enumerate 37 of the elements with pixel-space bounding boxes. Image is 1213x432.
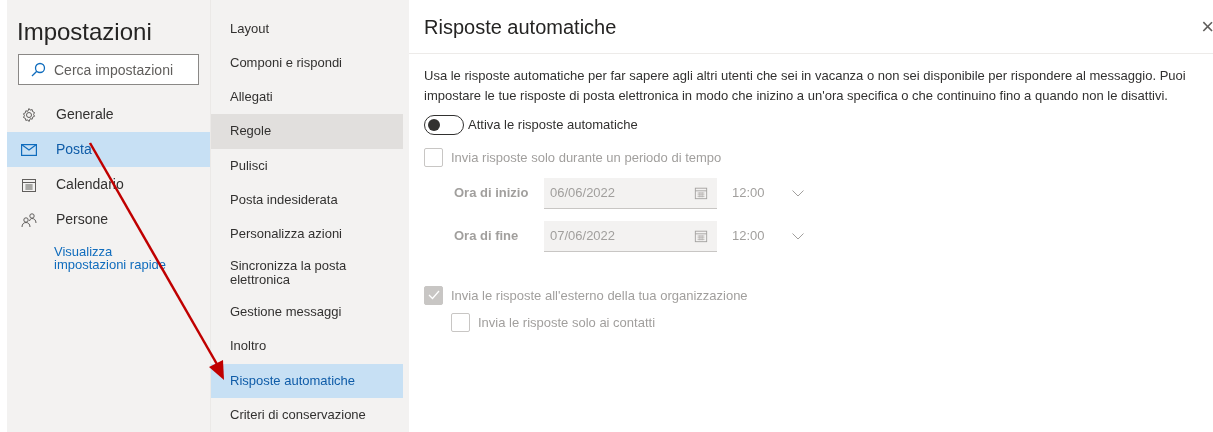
check-icon	[427, 290, 440, 301]
checkbox-label: Invia risposte solo durante un periodo di tempo	[451, 149, 722, 167]
close-button[interactable]: ×	[1201, 15, 1213, 38]
nav-item[interactable]: Persone	[7, 202, 210, 237]
checkbox-label: Invia le risposte solo ai contatti	[478, 314, 656, 332]
search-field[interactable]: Cerca impostazioni	[18, 54, 199, 85]
description-text: Usa le risposte automatiche per far sapere agli altri utenti che sei in vacanza o non sei disponibile per rispondere al messaggio. Puoi impostare le tue risposte di posta elettronica in modo che inizino a un'ora specifica o che continuino fino a quando non le disattivi.	[424, 67, 1187, 105]
toggle-label: Attiva le risposte automatiche	[468, 116, 638, 135]
submenu-item[interactable]: Sincronizza la posta elettronica	[211, 251, 403, 296]
checkbox-label: Invia le risposte all'esterno della tua organizzazione	[451, 286, 748, 305]
submenu-item[interactable]: Personalizza azioni	[211, 216, 403, 252]
submenu-item[interactable]: Componi e rispondi	[211, 45, 403, 81]
gear-icon	[21, 106, 37, 123]
toggle-switch[interactable]	[424, 115, 464, 135]
mail-icon	[21, 143, 37, 156]
calendar-icon	[21, 176, 37, 193]
submenu-item[interactable]: Regole	[211, 114, 403, 149]
submenu-item[interactable]: Gestione messaggi	[211, 295, 403, 330]
nav-item[interactable]: Generale	[7, 97, 210, 132]
chevron-down-icon	[792, 232, 804, 240]
search-icon	[31, 62, 46, 77]
calendar-icon	[694, 228, 708, 243]
field-label: Ora di fine	[454, 227, 520, 246]
field-label: Ora di inizio	[454, 184, 530, 203]
settings-title: Impostazioni	[16, 17, 153, 47]
nav-item[interactable]: Posta	[7, 132, 210, 167]
submenu-item[interactable]: Inoltro	[211, 329, 403, 364]
submenu-item[interactable]: Allegati	[211, 80, 403, 115]
panel-title: Risposte automatiche	[424, 14, 617, 40]
submenu-item[interactable]: Pulisci	[211, 148, 403, 183]
calendar-icon	[694, 185, 708, 200]
submenu-item[interactable]: Layout	[211, 11, 403, 46]
chevron-down-icon	[792, 189, 804, 197]
submenu-item[interactable]: Criteri di conservazione	[211, 397, 403, 432]
people-icon	[21, 211, 37, 228]
submenu-item[interactable]: Risposte automatiche	[211, 363, 403, 398]
submenu-item[interactable]: Posta indesiderata	[211, 182, 403, 217]
